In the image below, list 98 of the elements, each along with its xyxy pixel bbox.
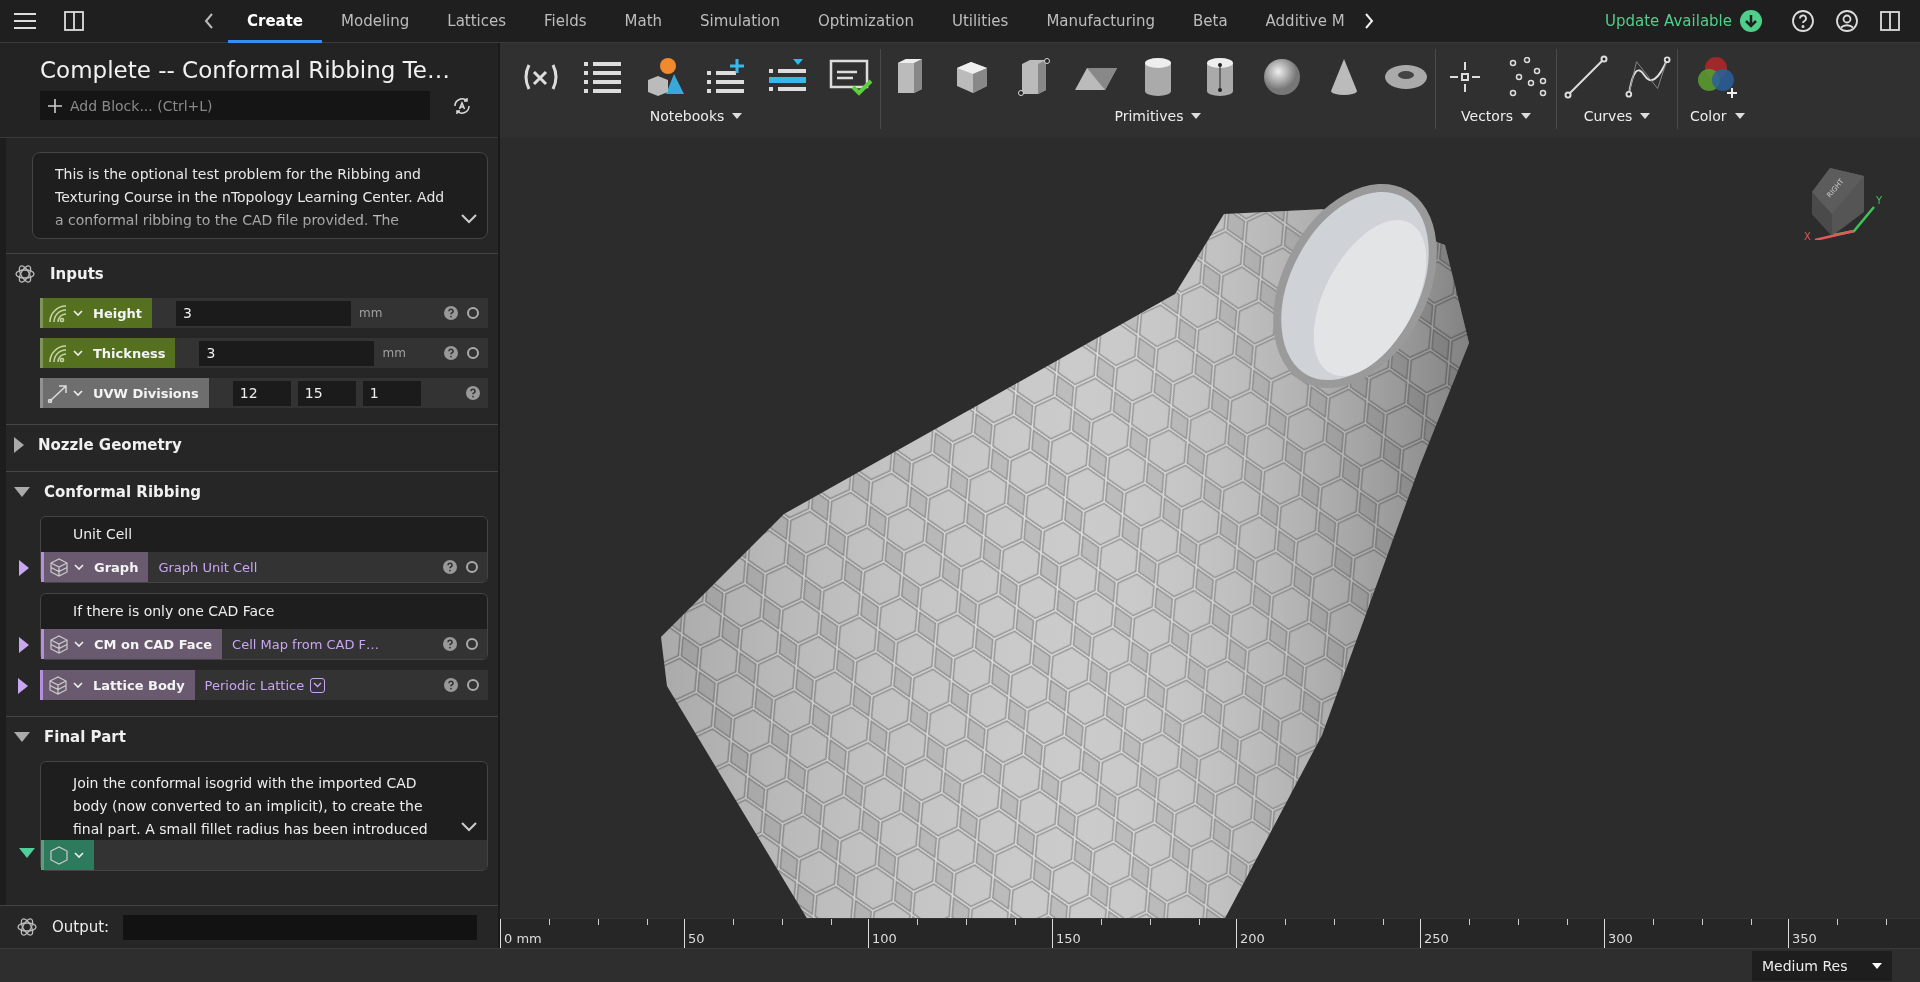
output-circle-icon[interactable] (466, 678, 480, 692)
menu-tab[interactable]: Utilities (932, 0, 1028, 43)
block-row[interactable]: Lattice Body Periodic Lattice (40, 670, 488, 700)
chevron-right-icon[interactable] (1363, 13, 1374, 29)
chevron-down-icon[interactable] (461, 214, 477, 224)
add-block-field[interactable]: Add Block... (Ctrl+L) (40, 91, 430, 120)
block-tag[interactable]: Lattice Body (40, 670, 195, 700)
block-value-link[interactable]: Cell Map from CAD F… (232, 636, 380, 652)
block-row[interactable]: Height 3 mm (40, 298, 488, 328)
expand-triangle-icon[interactable] (14, 437, 24, 453)
menu-tab[interactable]: Modeling (322, 0, 429, 43)
ruler-label: 0 mm (504, 931, 542, 946)
download-icon (1740, 10, 1762, 32)
update-available-button[interactable]: Update Available (1599, 9, 1768, 33)
menu-tab[interactable]: Additive M (1246, 0, 1364, 43)
block-value-link[interactable]: Periodic Lattice (204, 677, 326, 693)
block-note: Join the conformal isogrid with the imported CAD body (now converted to an implicit), to create the final part. A small fillet radius has been introduced (71, 774, 429, 839)
ruler-label: 300 (1608, 931, 1633, 946)
description-text: This is the optional test problem for the Ribbing and Texturing Course in the nTopology Learning Center. Add a conformal ribbing to the CAD file provided. The (55, 165, 446, 230)
dropdown-icon[interactable] (310, 677, 326, 693)
user-account-icon[interactable] (1836, 10, 1858, 32)
block-tag[interactable]: Graph (41, 552, 149, 582)
output-circle-icon[interactable] (465, 637, 479, 651)
block-tag[interactable]: Thickness (40, 338, 176, 368)
section-title[interactable]: Final Part (44, 728, 126, 746)
notebook-title: Complete -- Conformal Ribbing Te… (40, 57, 451, 83)
value-field[interactable]: 15 (297, 380, 356, 406)
ruler-label: 200 (1240, 931, 1265, 946)
ruler-label: 350 (1792, 931, 1817, 946)
arrow-vector-icon (47, 383, 69, 403)
block-tag[interactable]: UVW Divisions (40, 378, 209, 408)
resolution-dropdown[interactable]: Medium Res (1752, 950, 1892, 981)
block-note: If there is only one CAD Face (72, 602, 276, 621)
block-row[interactable]: Graph Graph Unit Cell (41, 552, 487, 582)
caret-icon (1520, 113, 1531, 119)
caret-icon (1872, 962, 1882, 969)
toolbar-group-menu[interactable]: Color (1684, 107, 1751, 125)
block-row[interactable] (41, 840, 487, 870)
expand-triangle-icon[interactable] (19, 560, 29, 576)
ruler-label: 50 (688, 931, 705, 946)
section-title[interactable]: Inputs (50, 265, 104, 283)
menu-icon[interactable] (14, 12, 36, 30)
toolbar-group-menu[interactable]: Notebooks (643, 107, 749, 125)
unit-label: mm (382, 346, 406, 360)
value-field[interactable]: 1 (362, 380, 421, 406)
caret-icon (1734, 113, 1745, 119)
block-tag[interactable] (41, 840, 94, 870)
unit-label: mm (358, 306, 383, 320)
block-tag[interactable]: CM on CAD Face (41, 629, 223, 659)
menu-tab[interactable]: Manufacturing (1027, 0, 1174, 43)
block-row[interactable]: UVW Divisions 12 15 1 (40, 378, 488, 408)
atom-gear-icon (14, 263, 36, 285)
block-tag[interactable]: Height (40, 298, 152, 328)
ruler-label: 250 (1424, 931, 1449, 946)
block-note: Unit Cell (72, 525, 134, 544)
block-row[interactable]: CM on CAD Face Cell Map from CAD F… (41, 629, 487, 659)
caret-icon (1191, 113, 1202, 119)
ruler-label: 100 (872, 931, 897, 946)
panel-layout-icon[interactable] (64, 11, 84, 31)
menu-tab[interactable]: Simulation (681, 0, 799, 43)
menu-tab[interactable]: Fields (525, 0, 606, 43)
section-title[interactable]: Nozzle Geometry (38, 436, 182, 454)
caret-icon (1640, 113, 1651, 119)
value-field[interactable]: 3 (199, 340, 375, 366)
output-circle-icon[interactable] (466, 346, 480, 360)
block-row[interactable]: Thickness 3 mm (40, 338, 488, 368)
collapse-triangle-icon[interactable] (19, 848, 35, 858)
menu-tab[interactable]: Lattices (428, 0, 526, 43)
panel-layout-icon[interactable] (1880, 11, 1900, 31)
toolbar-group-menu[interactable]: Primitives (1108, 107, 1208, 125)
collapse-triangle-icon[interactable] (14, 487, 30, 497)
ruler-label: 150 (1056, 931, 1081, 946)
atom-gear-icon (16, 916, 38, 938)
spline-curve-icon[interactable] (1625, 54, 1671, 100)
menu-tab[interactable]: Beta (1174, 0, 1247, 43)
expand-triangle-icon[interactable] (18, 678, 28, 694)
expand-triangle-icon[interactable] (19, 637, 29, 653)
signal-arcs-icon (47, 343, 69, 363)
value-field[interactable]: 12 (232, 380, 291, 406)
line-segment-icon[interactable] (1563, 54, 1609, 100)
section-title[interactable]: Conformal Ribbing (44, 483, 202, 501)
caret-icon (732, 113, 743, 119)
chevron-left-icon[interactable] (204, 13, 214, 29)
output-circle-icon[interactable] (465, 560, 479, 574)
plus-icon (48, 99, 62, 113)
menu-tab[interactable]: Math (605, 0, 682, 43)
refresh-icon[interactable] (452, 95, 472, 116)
collapse-triangle-icon[interactable] (14, 732, 30, 742)
help-icon[interactable] (1792, 10, 1814, 32)
signal-arcs-icon (47, 303, 69, 323)
output-label: Output: (52, 918, 110, 936)
menu-tab[interactable]: Optimization (798, 0, 933, 43)
block-value-link[interactable]: Graph Unit Cell (158, 559, 258, 575)
toolbar-group-menu[interactable]: Vectors (1455, 107, 1537, 125)
toolbar-group-menu[interactable]: Curves (1577, 107, 1657, 125)
output-circle-icon[interactable] (466, 306, 480, 320)
chevron-down-icon[interactable] (461, 822, 477, 832)
value-field[interactable]: 3 (175, 300, 351, 326)
